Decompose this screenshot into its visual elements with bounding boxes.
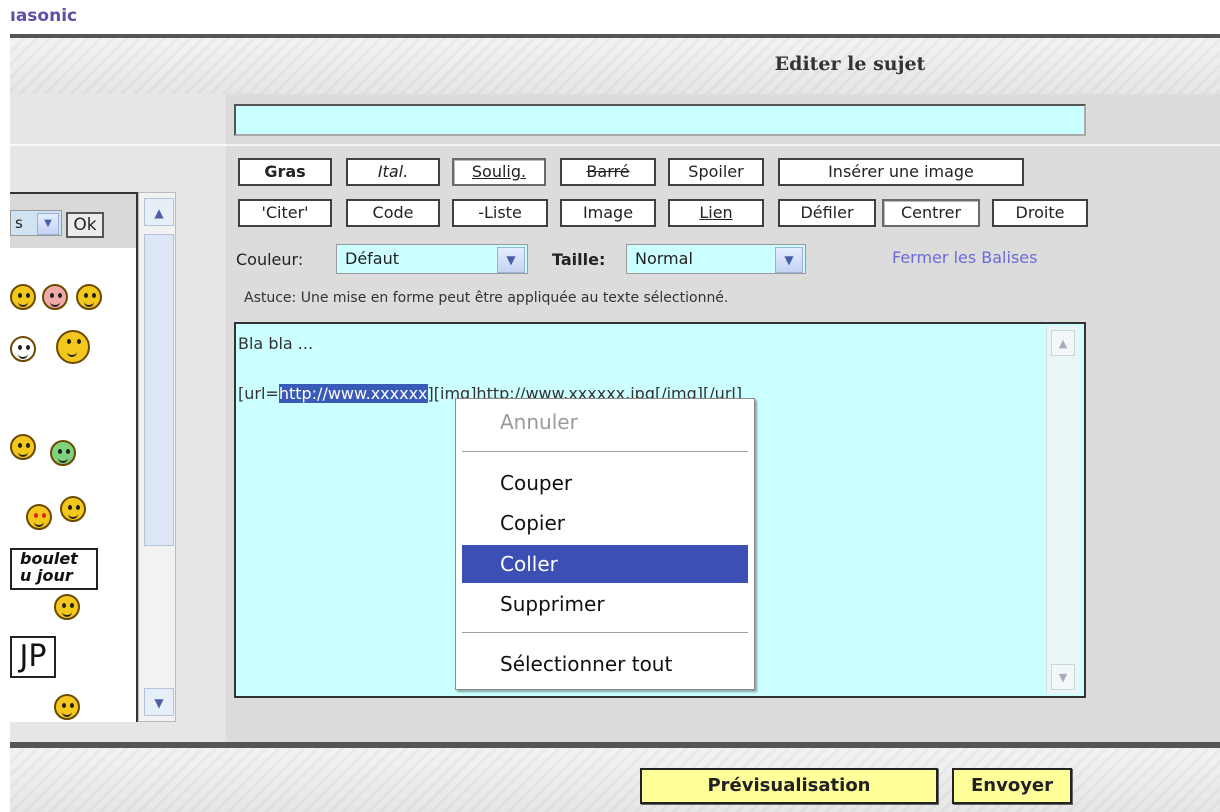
scroll-up-icon[interactable]: ▲ bbox=[144, 198, 174, 226]
message-text: [url= bbox=[238, 384, 279, 403]
preview-button[interactable]: Prévisualisation bbox=[640, 768, 938, 804]
page-title: Editer le sujet bbox=[774, 53, 926, 75]
menu-separator bbox=[462, 451, 748, 452]
menu-separator bbox=[462, 632, 748, 633]
smiley-icon[interactable] bbox=[54, 594, 80, 620]
message-scrollbar[interactable]: ▲ ▼ bbox=[1046, 326, 1080, 694]
left-row-separator bbox=[10, 144, 226, 146]
smiley-category-value: s bbox=[15, 214, 23, 232]
size-select[interactable]: Normal ▼ bbox=[626, 244, 806, 274]
center-button[interactable]: Centrer bbox=[882, 199, 980, 227]
smiley-icon[interactable] bbox=[10, 434, 36, 460]
chevron-down-icon[interactable]: ▼ bbox=[37, 213, 59, 235]
insert-image-button[interactable]: Insérer une image bbox=[778, 158, 1024, 186]
formatting-hint: Astuce: Une mise en forme peut être appl… bbox=[244, 290, 729, 306]
scrollbar-thumb[interactable] bbox=[144, 234, 174, 546]
menu-item-paste[interactable]: Coller bbox=[462, 545, 748, 583]
smiley-icon[interactable] bbox=[56, 330, 90, 364]
size-select-value: Normal bbox=[635, 249, 693, 268]
italic-button[interactable]: Ital. bbox=[346, 158, 440, 186]
color-select[interactable]: Défaut ▼ bbox=[336, 244, 528, 274]
scroll-up-icon[interactable]: ▲ bbox=[1051, 330, 1075, 356]
chevron-down-icon[interactable]: ▼ bbox=[497, 247, 525, 273]
smiley-category-select[interactable]: s ▼ bbox=[10, 210, 62, 236]
menu-item-delete[interactable]: Supprimer bbox=[462, 585, 748, 623]
site-brand[interactable]: ıasonic bbox=[10, 6, 77, 26]
message-line: Bla bla ... bbox=[238, 334, 314, 353]
spoiler-button[interactable]: Spoiler bbox=[668, 158, 764, 186]
smiley-icon[interactable] bbox=[10, 284, 36, 310]
smiley-icon[interactable] bbox=[10, 336, 36, 362]
menu-item-copy[interactable]: Copier bbox=[462, 504, 748, 542]
chevron-down-icon[interactable]: ▼ bbox=[775, 247, 803, 273]
image-button[interactable]: Image bbox=[560, 199, 656, 227]
smiley-icon[interactable] bbox=[50, 440, 76, 466]
quote-button[interactable]: 'Citer' bbox=[238, 199, 332, 227]
strike-button[interactable]: Barré bbox=[560, 158, 656, 186]
boulet-sign-smiley[interactable]: boulet u jour bbox=[10, 548, 98, 590]
size-label: Taille: bbox=[552, 250, 606, 269]
menu-item-select-all[interactable]: Sélectionner tout bbox=[462, 645, 748, 683]
close-tags-link[interactable]: Fermer les Balises bbox=[892, 248, 1037, 267]
subject-input[interactable] bbox=[234, 104, 1086, 136]
underline-button[interactable]: Soulig. bbox=[452, 158, 546, 186]
selected-text: http://www.xxxxxx bbox=[278, 384, 428, 403]
smiley-icon[interactable] bbox=[26, 504, 52, 530]
list-button[interactable]: -Liste bbox=[452, 199, 548, 227]
smiley-icon[interactable] bbox=[76, 284, 102, 310]
scroll-button[interactable]: Défiler bbox=[778, 199, 876, 227]
code-button[interactable]: Code bbox=[346, 199, 440, 227]
scroll-down-icon[interactable]: ▼ bbox=[1051, 664, 1075, 690]
up-sign-smiley[interactable]: JP bbox=[10, 636, 56, 678]
sign-text: boulet bbox=[20, 549, 78, 568]
right-align-button[interactable]: Droite bbox=[992, 199, 1088, 227]
context-menu: Annuler Couper Copier Coller Supprimer S… bbox=[455, 398, 755, 690]
editor-row-separator bbox=[226, 144, 1220, 146]
scroll-down-icon[interactable]: ▼ bbox=[144, 688, 174, 716]
smiley-ok-button[interactable]: Ok bbox=[66, 212, 104, 238]
smiley-icon[interactable] bbox=[42, 284, 68, 310]
menu-item-cut[interactable]: Couper bbox=[462, 464, 748, 502]
menu-item-undo: Annuler bbox=[500, 410, 578, 434]
smiley-icon[interactable] bbox=[60, 496, 86, 522]
color-label: Couleur: bbox=[236, 250, 304, 269]
color-select-value: Défaut bbox=[345, 249, 400, 268]
send-button[interactable]: Envoyer bbox=[952, 768, 1072, 804]
header-band bbox=[10, 38, 1220, 94]
bold-button[interactable]: Gras bbox=[238, 158, 332, 186]
link-button[interactable]: Lien bbox=[668, 199, 764, 227]
sign-text: u jour bbox=[20, 566, 73, 585]
smiley-icon[interactable] bbox=[54, 694, 80, 720]
